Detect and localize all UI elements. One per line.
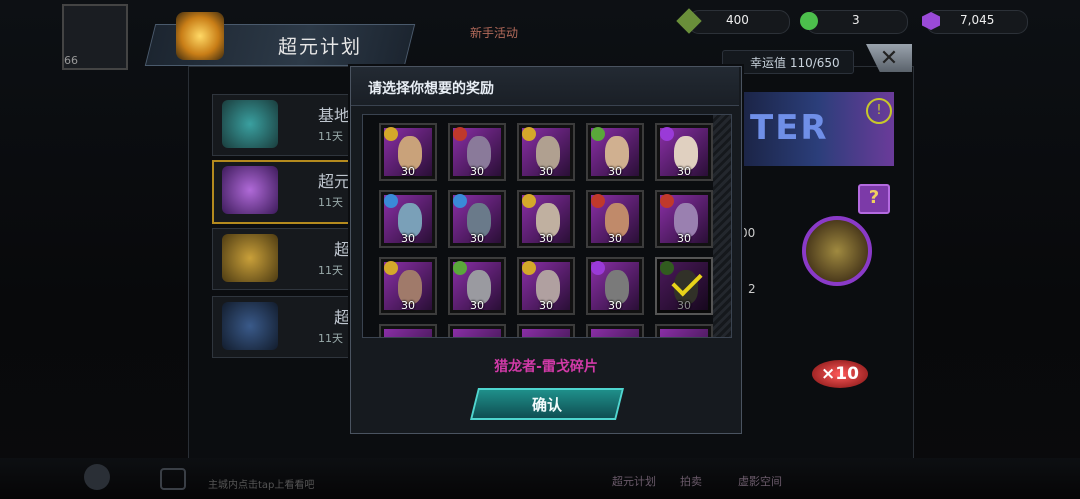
hero-portrait — [591, 329, 639, 338]
dial-icon — [222, 302, 278, 350]
treasure-chest-icon[interactable] — [802, 216, 872, 286]
close-icon: ✕ — [879, 45, 899, 71]
role-badge-icon — [591, 127, 605, 141]
role-badge-icon — [453, 194, 467, 208]
reward-count: 30 — [539, 299, 553, 312]
gear-icon — [222, 234, 278, 282]
role-badge-icon — [591, 194, 605, 208]
hero-face — [467, 337, 491, 338]
info-icon[interactable]: ! — [866, 98, 892, 124]
hero-face — [605, 337, 629, 338]
reward-item[interactable]: 30 — [379, 257, 437, 315]
gem-count: 400 — [726, 13, 749, 27]
reward-item[interactable]: 30 — [448, 190, 506, 248]
role-badge-icon — [453, 127, 467, 141]
reward-item[interactable] — [448, 324, 506, 338]
reward-count: 30 — [677, 232, 691, 245]
base-icon — [222, 100, 278, 148]
reward-count: 30 — [539, 232, 553, 245]
list-item-timer: 11天 — [318, 196, 343, 209]
reward-item[interactable]: 30 — [448, 257, 506, 315]
draw-x10-button[interactable]: ×10 — [812, 360, 868, 388]
role-badge-icon — [660, 194, 674, 208]
reward-item[interactable]: 30 — [655, 123, 713, 181]
reward-item[interactable] — [586, 324, 644, 338]
role-badge-icon — [384, 261, 398, 275]
reward-item[interactable] — [655, 324, 713, 338]
reward-item[interactable]: 30 — [655, 190, 713, 248]
hero-face — [536, 337, 560, 338]
reward-count: 30 — [677, 165, 691, 178]
news-ticker: 主城内点击tap上看看吧 — [208, 480, 315, 491]
slot-machine-icon — [222, 166, 278, 214]
slot-value: 00 — [740, 226, 756, 240]
list-item-label: 基地 — [318, 106, 351, 125]
banner-text: TER — [750, 108, 829, 148]
reward-item[interactable]: 30 — [517, 257, 575, 315]
confirm-button-label[interactable]: 确认 — [474, 394, 620, 415]
crystal-count: 7,045 — [960, 13, 995, 27]
reward-item[interactable]: 30 — [379, 190, 437, 248]
hero-face — [674, 337, 698, 338]
reward-item[interactable] — [517, 324, 575, 338]
coin-count: 3 — [852, 13, 860, 27]
list-item-timer: 11天 — [318, 130, 343, 143]
reward-item[interactable] — [379, 324, 437, 338]
hero-face — [398, 337, 422, 338]
friends-icon[interactable] — [84, 464, 110, 490]
coin-icon — [800, 12, 818, 30]
hero-portrait — [660, 329, 708, 338]
role-badge-icon — [591, 261, 605, 275]
reward-count: 30 — [470, 165, 484, 178]
reward-grid[interactable]: 30 30 30 30 30 30 30 30 30 30 30 30 30 30 30 — [362, 114, 732, 338]
help-icon[interactable]: ? — [858, 184, 890, 214]
list-item-label: 超元 — [318, 172, 351, 191]
dialog-title: 请选择你想要的奖励 — [368, 81, 494, 97]
hero-portrait — [453, 329, 501, 338]
reward-item[interactable]: 30 — [448, 123, 506, 181]
page-title: 超元计划 — [278, 36, 363, 58]
role-badge-icon — [522, 127, 536, 141]
event-icon — [176, 12, 224, 60]
bottom-tab[interactable]: 拍卖 — [680, 473, 702, 489]
reward-count: 30 — [401, 232, 415, 245]
reward-count: 30 — [401, 165, 415, 178]
reward-count: 30 — [608, 232, 622, 245]
bottom-tab[interactable]: 虚影空间 — [738, 473, 782, 489]
hero-portrait — [384, 329, 432, 338]
reward-count: 30 — [608, 165, 622, 178]
list-item-label: 超 — [334, 308, 351, 327]
role-badge-icon — [453, 261, 467, 275]
role-badge-icon — [660, 127, 674, 141]
luck-text: 幸运值 110/650 — [750, 56, 840, 70]
role-badge-icon — [384, 194, 398, 208]
reward-item[interactable]: 30 — [586, 123, 644, 181]
slot-value: 2 — [748, 282, 756, 296]
role-badge-icon — [384, 127, 398, 141]
player-level: 66 — [64, 54, 78, 67]
role-badge-icon — [522, 194, 536, 208]
tab-newbie-event[interactable]: 新手活动 — [470, 24, 518, 41]
reward-item[interactable]: 30 — [517, 190, 575, 248]
reward-item[interactable]: 30 — [586, 257, 644, 315]
reward-count: 30 — [608, 299, 622, 312]
list-item-timer: 11天 — [318, 332, 343, 345]
reward-count: 30 — [401, 299, 415, 312]
reward-item[interactable]: 30 — [379, 123, 437, 181]
reward-item[interactable]: 30 — [517, 123, 575, 181]
hero-portrait — [522, 329, 570, 338]
reward-item[interactable]: 30 — [655, 257, 713, 315]
chat-icon[interactable] — [160, 468, 186, 490]
reward-count: 30 — [470, 232, 484, 245]
reward-count: 30 — [470, 299, 484, 312]
reward-item[interactable]: 30 — [586, 190, 644, 248]
list-item-label: 超 — [334, 240, 351, 259]
role-badge-icon — [522, 261, 536, 275]
reward-count: 30 — [539, 165, 553, 178]
bottom-tab[interactable]: 超元计划 — [612, 473, 656, 489]
list-item-timer: 11天 — [318, 264, 343, 277]
selected-reward-name: 猎龙者-雷戈碎片 — [494, 359, 598, 375]
